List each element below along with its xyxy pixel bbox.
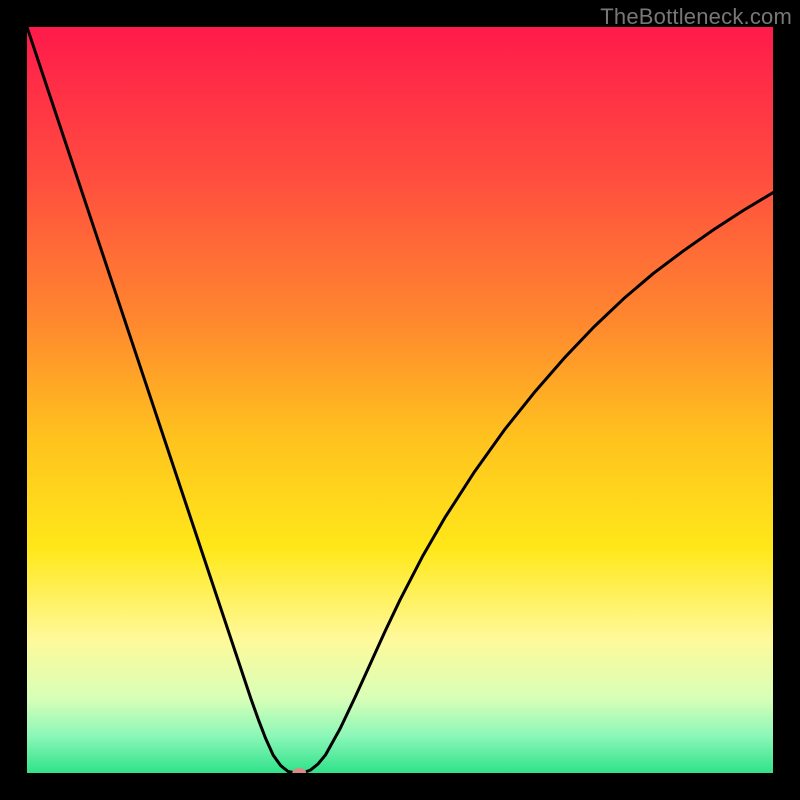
chart-background <box>27 27 773 773</box>
bottleneck-chart <box>27 27 773 773</box>
chart-frame <box>27 27 773 773</box>
watermark-text: TheBottleneck.com <box>600 4 792 30</box>
